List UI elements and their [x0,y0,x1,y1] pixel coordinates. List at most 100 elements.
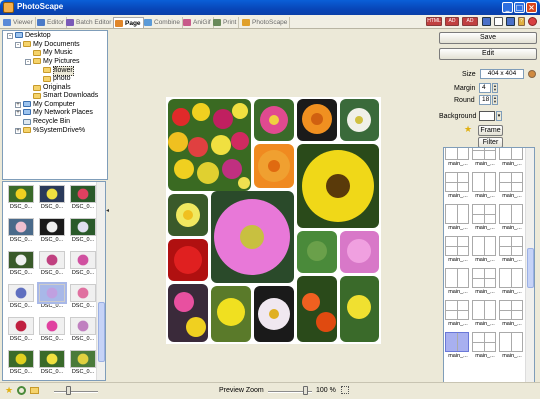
yellow-bloom-photo-cell[interactable] [340,276,379,342]
tree-expander-icon[interactable]: + [15,127,21,134]
template-scrollbar-thumb[interactable] [527,248,534,288]
pink-yellow-photo-cell[interactable] [168,284,208,342]
tab-page[interactable]: Page [113,17,144,28]
photo-thumbnail[interactable]: DSC_0... [36,251,68,276]
tab-photoscape[interactable]: PhotoScape [241,17,291,28]
margin-stepper[interactable]: ▲ ▼ [492,83,498,93]
tree-item-recycle-bin[interactable]: Recycle Bin [15,118,70,126]
layout-template[interactable]: main_... [499,172,525,199]
layout-template[interactable]: main_... [499,268,525,295]
photo-thumbnail[interactable]: DSC_0... [67,218,99,243]
thumbnail-size-slider[interactable] [54,391,98,393]
yellow-buttercup-photo-cell[interactable] [211,286,251,342]
photo-thumbnail[interactable]: DSC_0... [67,350,99,375]
refresh-icon[interactable] [17,386,26,395]
ad-icon[interactable]: AD [445,17,459,26]
photo-thumbnail[interactable]: DSC_0... [5,251,37,276]
red-rose-photo-cell[interactable] [168,239,208,281]
preview-zoom-slider-knob[interactable] [303,386,308,395]
tree-item-my-documents[interactable]: - My Documents [15,40,80,49]
panel-splitter-arrow[interactable]: ◂ [106,207,109,217]
tab-print[interactable]: Print [212,17,240,28]
layout-template[interactable]: main_... [472,300,498,327]
minimize-button[interactable]: _ [502,2,513,13]
tree-expander-icon[interactable]: + [15,110,21,117]
thumbnail-size-slider-knob[interactable] [66,386,71,395]
photo-thumbnail[interactable]: DSC_0... [67,284,99,309]
purple-daisy-photo-cell[interactable] [211,191,294,283]
daffodil-photo-cell[interactable] [168,194,208,236]
photo-thumbnail[interactable]: DSC_0... [36,282,68,309]
tree-item-smart-downloads[interactable]: Smart Downloads [25,92,98,100]
round-field[interactable]: 18 [479,95,491,105]
photo-thumbnail[interactable]: DSC_0... [67,317,99,342]
help-icon[interactable]: ? [518,17,525,26]
exit-icon[interactable] [528,17,537,26]
ad-options-icon[interactable]: AD [462,17,478,26]
yellow-daisy-photo-cell[interactable] [297,144,379,228]
layout-template[interactable]: main_... [445,148,471,167]
close-button[interactable]: × [526,2,537,13]
tree-item-flower[interactable]: flower [35,66,74,77]
photo-thumbnail[interactable]: DSC_0... [5,218,37,243]
white-flower-photo-cell[interactable] [340,99,379,141]
tree-expander-icon[interactable]: - [15,41,21,48]
photo-thumbnail[interactable]: DSC_0... [67,251,99,276]
tab-combine[interactable]: Combine [143,17,184,28]
photo-thumbnail[interactable]: DSC_0... [36,317,68,342]
star-icon[interactable]: ★ [464,125,472,134]
tree-expander-icon[interactable]: - [7,33,13,39]
layout-template[interactable]: main_... [472,148,498,167]
save-button[interactable]: Save [439,32,537,44]
pink-orchid-photo-cell[interactable] [340,231,379,273]
frame-button[interactable]: Frame [478,125,503,136]
tree-item-my-network-places[interactable]: + My Network Places [15,109,93,117]
tree-item-my-computer[interactable]: + My Computer [15,100,75,109]
layout-template[interactable]: main_... [499,148,525,167]
photo-thumbnail[interactable]: DSC_0... [36,350,68,375]
layout-template[interactable]: main_... [445,204,471,231]
round-stepper[interactable]: ▲ ▼ [492,95,498,105]
layout-template[interactable]: main_... [499,300,525,327]
tree-item-originals[interactable]: Originals [25,84,71,92]
layout-template[interactable]: main_... [445,300,471,327]
tab-batch-editor[interactable]: Batch Editor [65,17,115,28]
layout-template[interactable]: main_... [445,268,471,295]
photo-thumbnail[interactable]: DSC_0... [5,317,37,342]
layout-template[interactable]: main_... [445,332,471,359]
tab-viewer[interactable]: Viewer [2,17,36,28]
lock-ratio-icon[interactable] [528,70,536,78]
tulip-photo-cell[interactable] [168,99,251,191]
photo-thumbnail[interactable]: DSC_0... [5,284,37,309]
tab-anigif[interactable]: AniGif [182,17,214,28]
tree-item-my-music[interactable]: My Music [25,49,73,57]
tree-item-desktop[interactable]: - Desktop [7,32,51,40]
calendula-photo-cell[interactable] [254,144,294,188]
tree-item-systemdrive[interactable]: + %SystemDrive% [15,126,85,135]
orange-flower-photo-cell[interactable] [297,99,337,141]
size-field[interactable]: 404 x 404 [480,69,524,79]
layout-template[interactable]: main_... [472,268,498,295]
copy-icon[interactable] [494,17,503,26]
tab-editor[interactable]: Editor [36,17,67,28]
layout-template[interactable]: main_... [472,332,498,359]
white-daisy-photo-cell[interactable] [254,286,294,342]
layout-template[interactable]: main_... [472,172,498,199]
layout-template[interactable]: main_... [472,204,498,231]
tree-item-photo[interactable]: photo [35,75,71,83]
windows-icon[interactable] [506,17,515,26]
scrollbar-thumb[interactable] [98,302,105,362]
tree-expander-icon[interactable]: - [25,58,31,65]
photo-thumbnail[interactable]: DSC_0... [36,185,68,210]
html-icon[interactable]: HTML [426,17,442,26]
orange-marigold-photo-cell[interactable] [297,276,337,342]
collage-page[interactable] [166,97,381,344]
background-dropdown-arrow[interactable]: ▾ [496,111,502,121]
tree-item-my-pictures[interactable]: - My Pictures [25,57,80,66]
edit-button[interactable]: Edit [439,48,537,60]
folder-view-icon[interactable] [482,17,491,26]
background-color-swatch[interactable] [479,111,495,121]
fit-zoom-icon[interactable] [341,386,349,394]
tree-expander-icon[interactable]: + [15,101,21,108]
layout-template[interactable]: main_... [445,236,471,263]
